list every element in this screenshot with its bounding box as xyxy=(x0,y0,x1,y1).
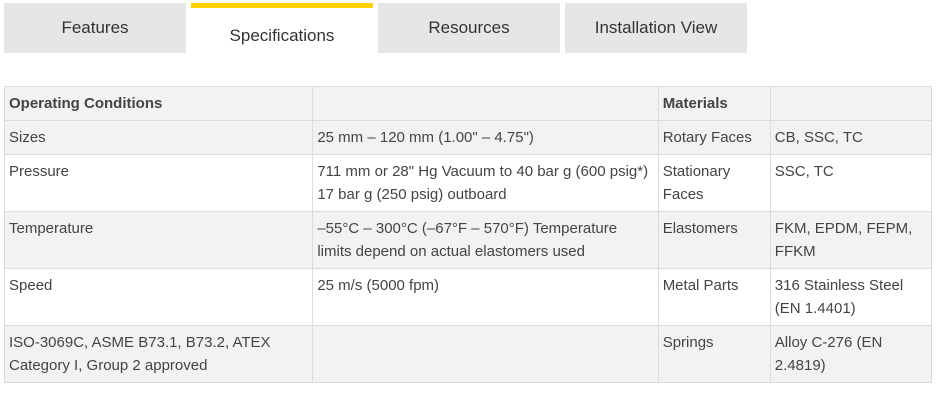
material-label: Rotary Faces xyxy=(657,120,771,155)
row-label: Speed xyxy=(3,268,314,326)
table-row: Temperature –55°C – 300°C (–67°F – 570°F… xyxy=(3,211,933,269)
row-label: Pressure xyxy=(3,154,314,212)
material-label: Springs xyxy=(657,325,771,383)
table-row: Pressure 711 mm or 28" Hg Vacuum to 40 b… xyxy=(3,154,933,212)
table-row: Speed 25 m/s (5000 fpm) Metal Parts 316 … xyxy=(3,268,933,326)
material-label: Metal Parts xyxy=(657,268,771,326)
row-label: Temperature xyxy=(3,211,314,269)
specifications-table: Operating Conditions Materials Sizes 25 … xyxy=(3,86,933,383)
tab-label: Features xyxy=(61,18,129,37)
material-value: SSC, TC xyxy=(769,154,933,212)
row-value: –55°C – 300°C (–67°F – 570°F) Temperatur… xyxy=(312,211,659,269)
material-label: Elastomers xyxy=(657,211,771,269)
header-empty-cell xyxy=(312,86,659,121)
material-label: Stationary Faces xyxy=(657,154,771,212)
table-row: ISO-3069C, ASME B73.1, B73.2, ATEX Categ… xyxy=(3,325,933,383)
tab-label: Resources xyxy=(428,18,510,37)
table-row: Sizes 25 mm – 120 mm (1.00" – 4.75") Rot… xyxy=(3,120,933,155)
tab-installation-view[interactable]: Installation View xyxy=(565,3,747,53)
row-label: ISO-3069C, ASME B73.1, B73.2, ATEX Categ… xyxy=(3,325,314,383)
material-value: Alloy C-276 (EN 2.4819) xyxy=(769,325,933,383)
operating-conditions-header: Operating Conditions xyxy=(3,86,314,121)
header-empty-cell xyxy=(769,86,933,121)
tab-resources[interactable]: Resources xyxy=(378,3,560,53)
tab-label: Specifications xyxy=(229,25,335,45)
row-value: 25 mm – 120 mm (1.00" – 4.75") xyxy=(312,120,659,155)
tab-specifications[interactable]: Specifications xyxy=(191,3,373,56)
row-value xyxy=(312,325,659,383)
row-label: Sizes xyxy=(3,120,314,155)
tab-features[interactable]: Features xyxy=(4,3,186,53)
row-value: 711 mm or 28" Hg Vacuum to 40 bar g (600… xyxy=(312,154,659,212)
material-value: 316 Stainless Steel (EN 1.4401) xyxy=(769,268,933,326)
tab-bar: Features Specifications Resources Instal… xyxy=(0,0,938,56)
table-header-row: Operating Conditions Materials xyxy=(3,86,933,121)
tab-label: Installation View xyxy=(594,18,718,37)
materials-header: Materials xyxy=(657,86,771,121)
row-value: 25 m/s (5000 fpm) xyxy=(312,268,659,326)
material-value: CB, SSC, TC xyxy=(769,120,933,155)
material-value: FKM, EPDM, FEPM, FFKM xyxy=(769,211,933,269)
